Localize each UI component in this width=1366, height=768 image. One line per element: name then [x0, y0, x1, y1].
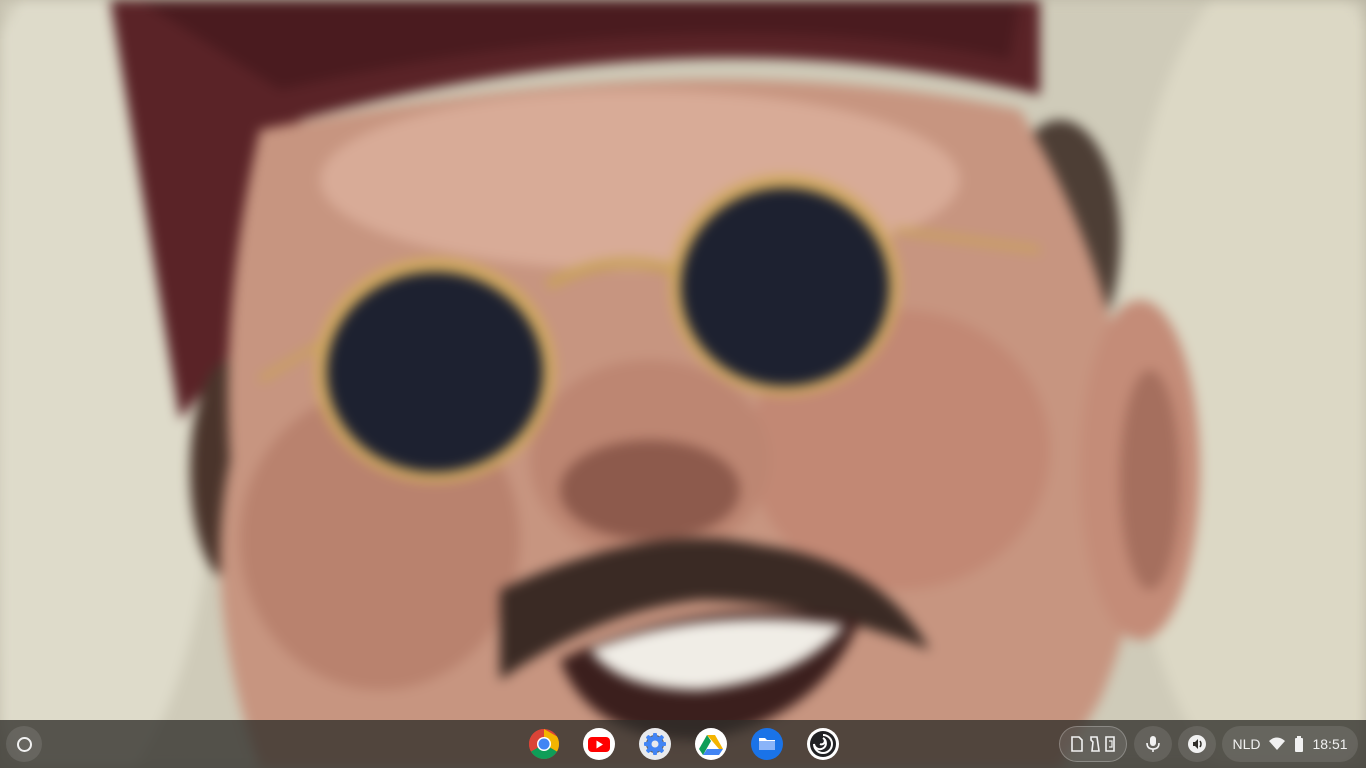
launcher-circle-icon — [16, 736, 32, 752]
file-icon — [1071, 736, 1083, 752]
swirl-app-icon — [808, 729, 838, 759]
settings-app-button[interactable] — [639, 728, 671, 760]
clock: 18:51 — [1312, 736, 1348, 752]
microphone-icon — [1146, 736, 1160, 752]
dictation-button[interactable] — [1134, 726, 1172, 762]
swirl-app-button[interactable] — [807, 728, 839, 760]
desktop: NLD 18:51 — [0, 0, 1366, 768]
select-to-speak-button[interactable] — [1178, 726, 1216, 762]
drive-app-button[interactable] — [695, 728, 727, 760]
launcher-button[interactable] — [6, 726, 42, 762]
trash-file-icon — [1105, 736, 1115, 752]
youtube-icon — [588, 737, 610, 752]
settings-gear-icon — [644, 733, 666, 755]
files-app-button[interactable] — [751, 728, 783, 760]
portrait-wallpaper — [0, 0, 1366, 768]
tote-icon — [1090, 736, 1100, 752]
chrome-icon — [528, 729, 560, 760]
battery-icon — [1295, 736, 1304, 752]
status-area[interactable]: NLD 18:51 — [1222, 726, 1358, 762]
wifi-icon — [1269, 737, 1286, 750]
youtube-app-button[interactable] — [583, 728, 615, 760]
ime-indicator: NLD — [1232, 736, 1261, 752]
chrome-app-button[interactable] — [528, 728, 560, 760]
holding-space-tray[interactable] — [1059, 726, 1127, 762]
google-drive-icon — [699, 735, 723, 755]
files-folder-icon — [759, 738, 775, 750]
select-to-speak-icon — [1188, 735, 1206, 753]
